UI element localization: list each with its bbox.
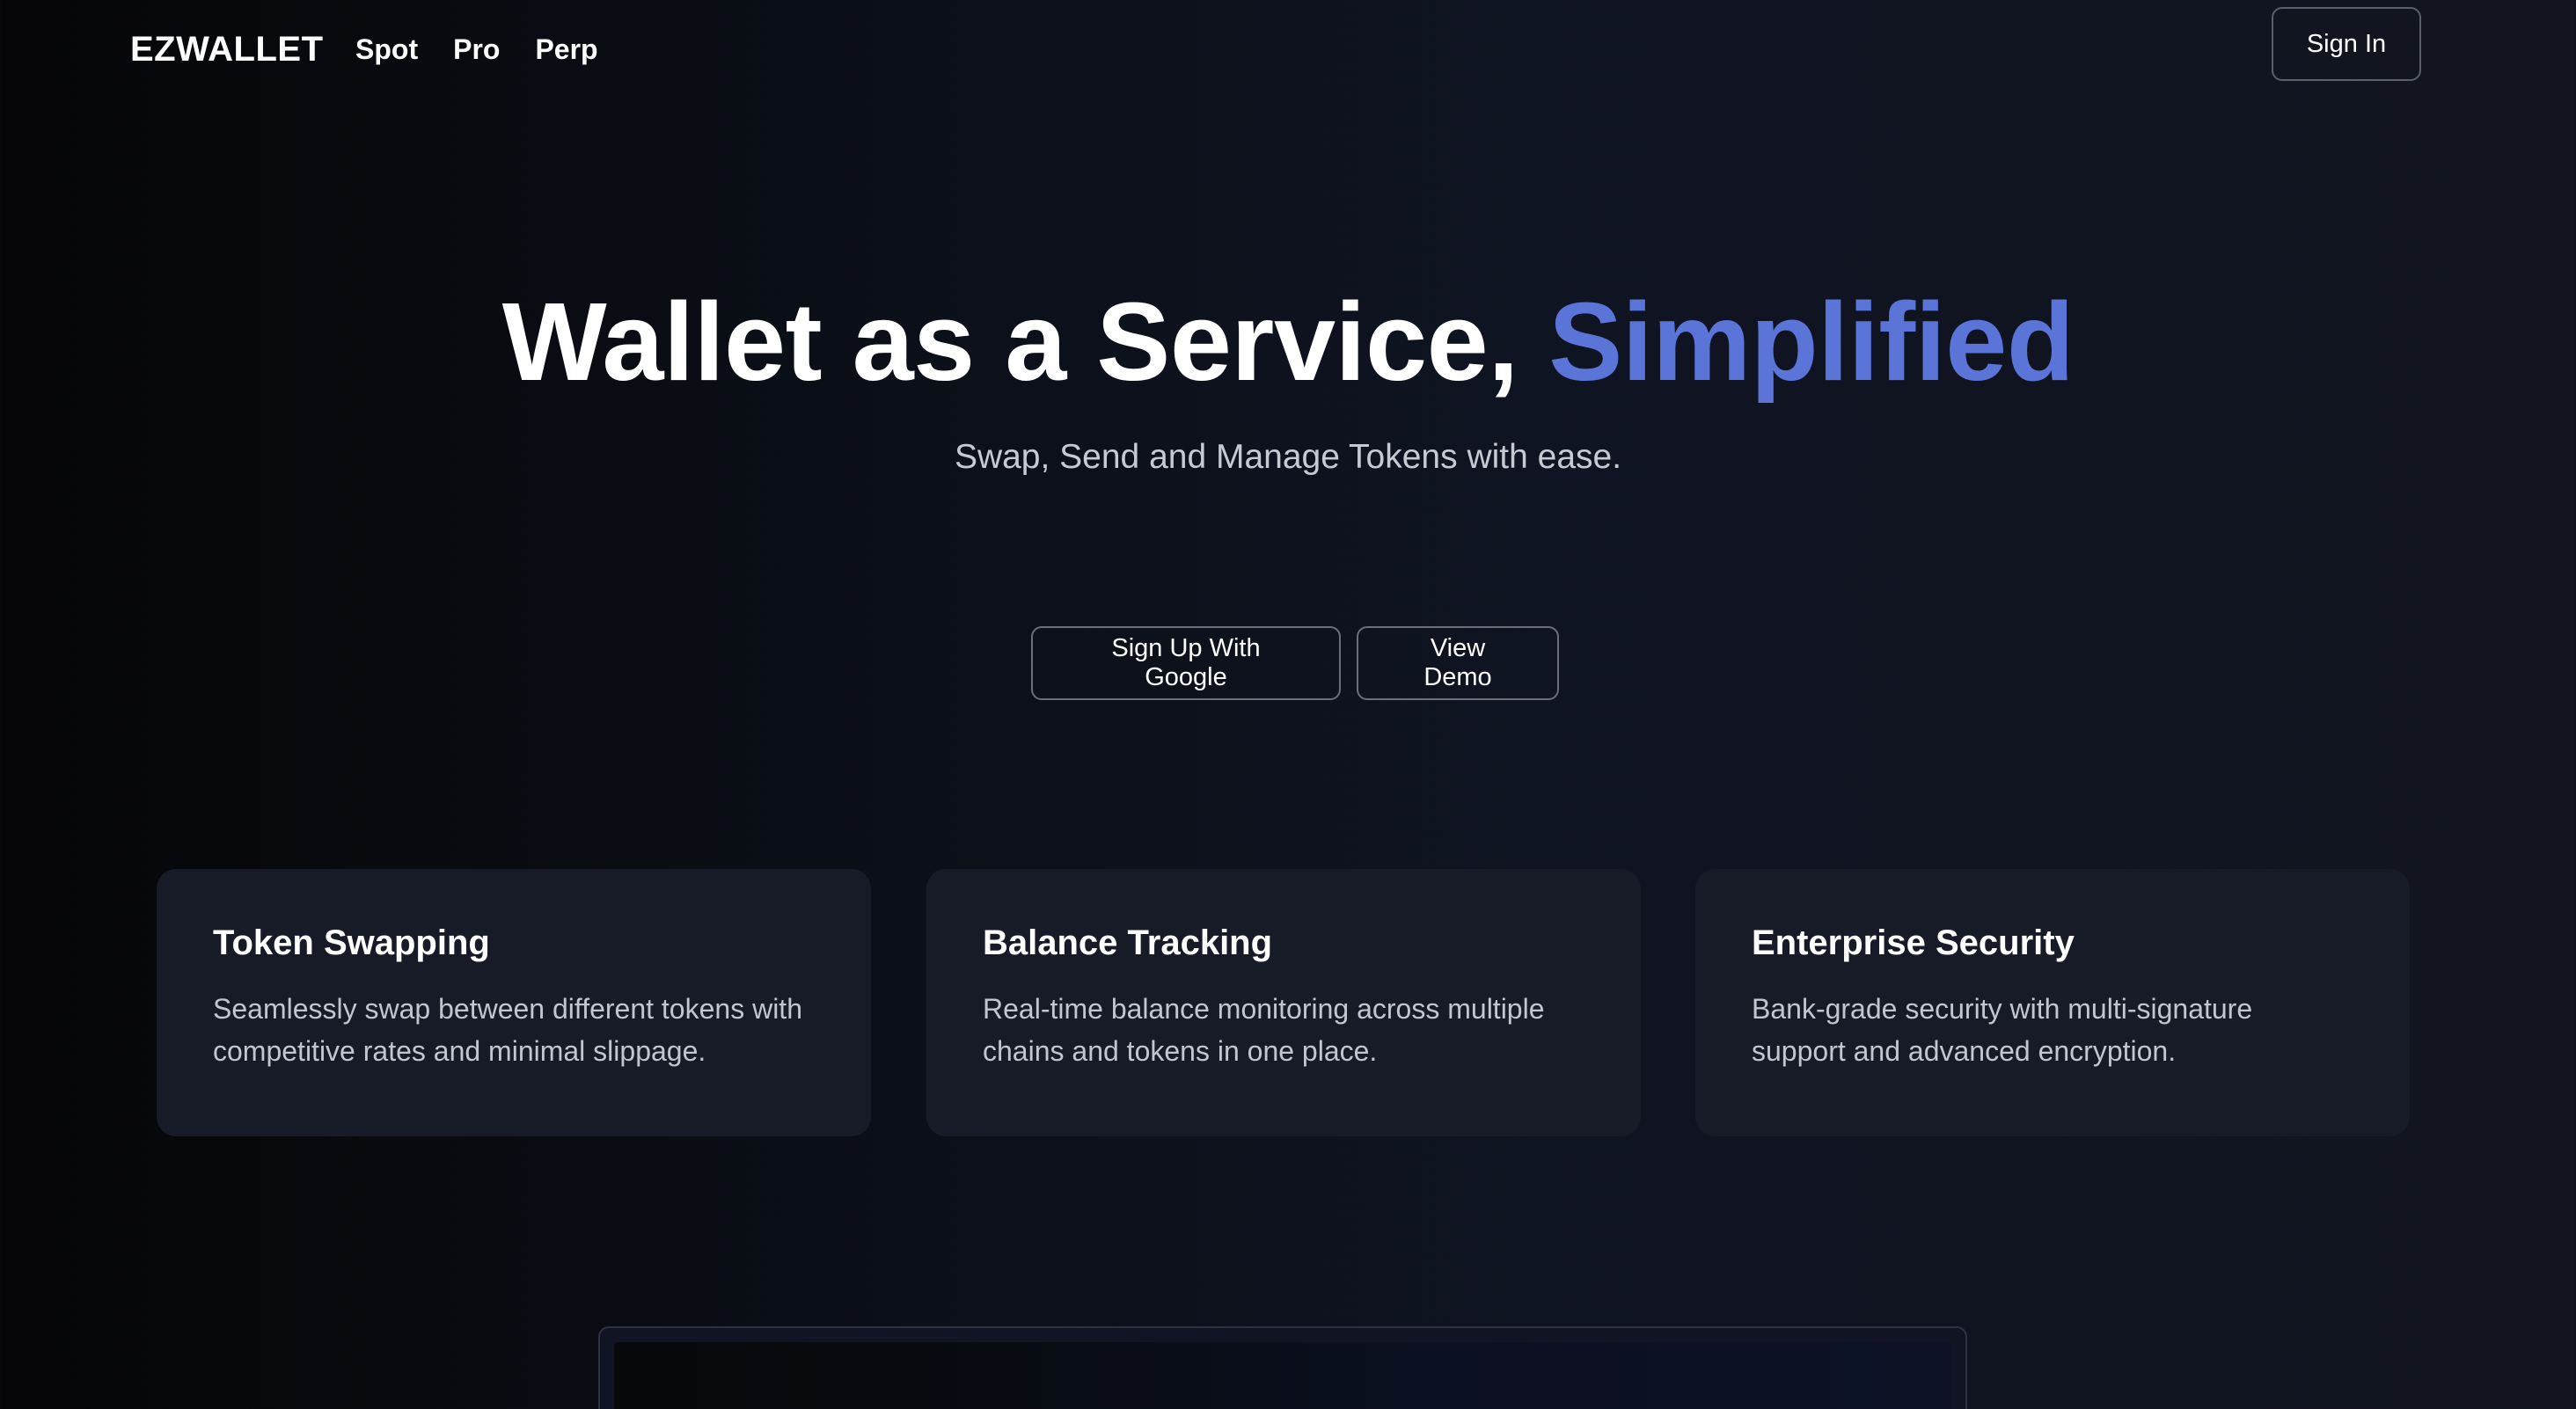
feature-card-title: Token Swapping — [213, 924, 490, 962]
cta-row: Sign Up With Google View Demo — [0, 626, 2576, 700]
main-nav: Spot Pro Perp — [355, 33, 598, 66]
view-demo-button[interactable]: View Demo — [1357, 626, 1559, 700]
brand-logo[interactable]: EZWALLET — [130, 30, 324, 69]
hero-subtitle: Swap, Send and Manage Tokens with ease. — [954, 438, 1622, 476]
hero-title: Wallet as a Service, Simplified — [0, 281, 2576, 404]
nav-item-spot[interactable]: Spot — [355, 33, 418, 66]
nav-item-pro[interactable]: Pro — [453, 33, 500, 66]
app-preview-screen — [614, 1342, 1951, 1409]
hero-title-main: Wallet as a Service, — [501, 280, 1519, 404]
app-preview-frame — [598, 1326, 1967, 1409]
nav-item-perp[interactable]: Perp — [535, 33, 597, 66]
feature-card-enterprise-security: Enterprise Security Bank-grade security … — [1695, 869, 2410, 1136]
feature-card-balance-tracking: Balance Tracking Real-time balance monit… — [926, 869, 1641, 1136]
feature-card-description: Real-time balance monitoring across mult… — [983, 993, 1545, 1067]
site-header: EZWALLET Spot Pro Perp Sign In — [0, 0, 2576, 106]
feature-card-description: Bank-grade security with multi-signature… — [1752, 993, 2253, 1067]
feature-card-token-swapping: Token Swapping Seamlessly swap between d… — [157, 869, 871, 1136]
feature-card-title: Enterprise Security — [1752, 924, 2075, 962]
feature-card-description: Seamlessly swap between different tokens… — [213, 993, 802, 1067]
sign-in-button[interactable]: Sign In — [2272, 7, 2421, 81]
sign-up-google-button[interactable]: Sign Up With Google — [1031, 626, 1341, 700]
feature-card-title: Balance Tracking — [983, 924, 1273, 962]
hero-title-accent: Simplified — [1548, 280, 2075, 404]
